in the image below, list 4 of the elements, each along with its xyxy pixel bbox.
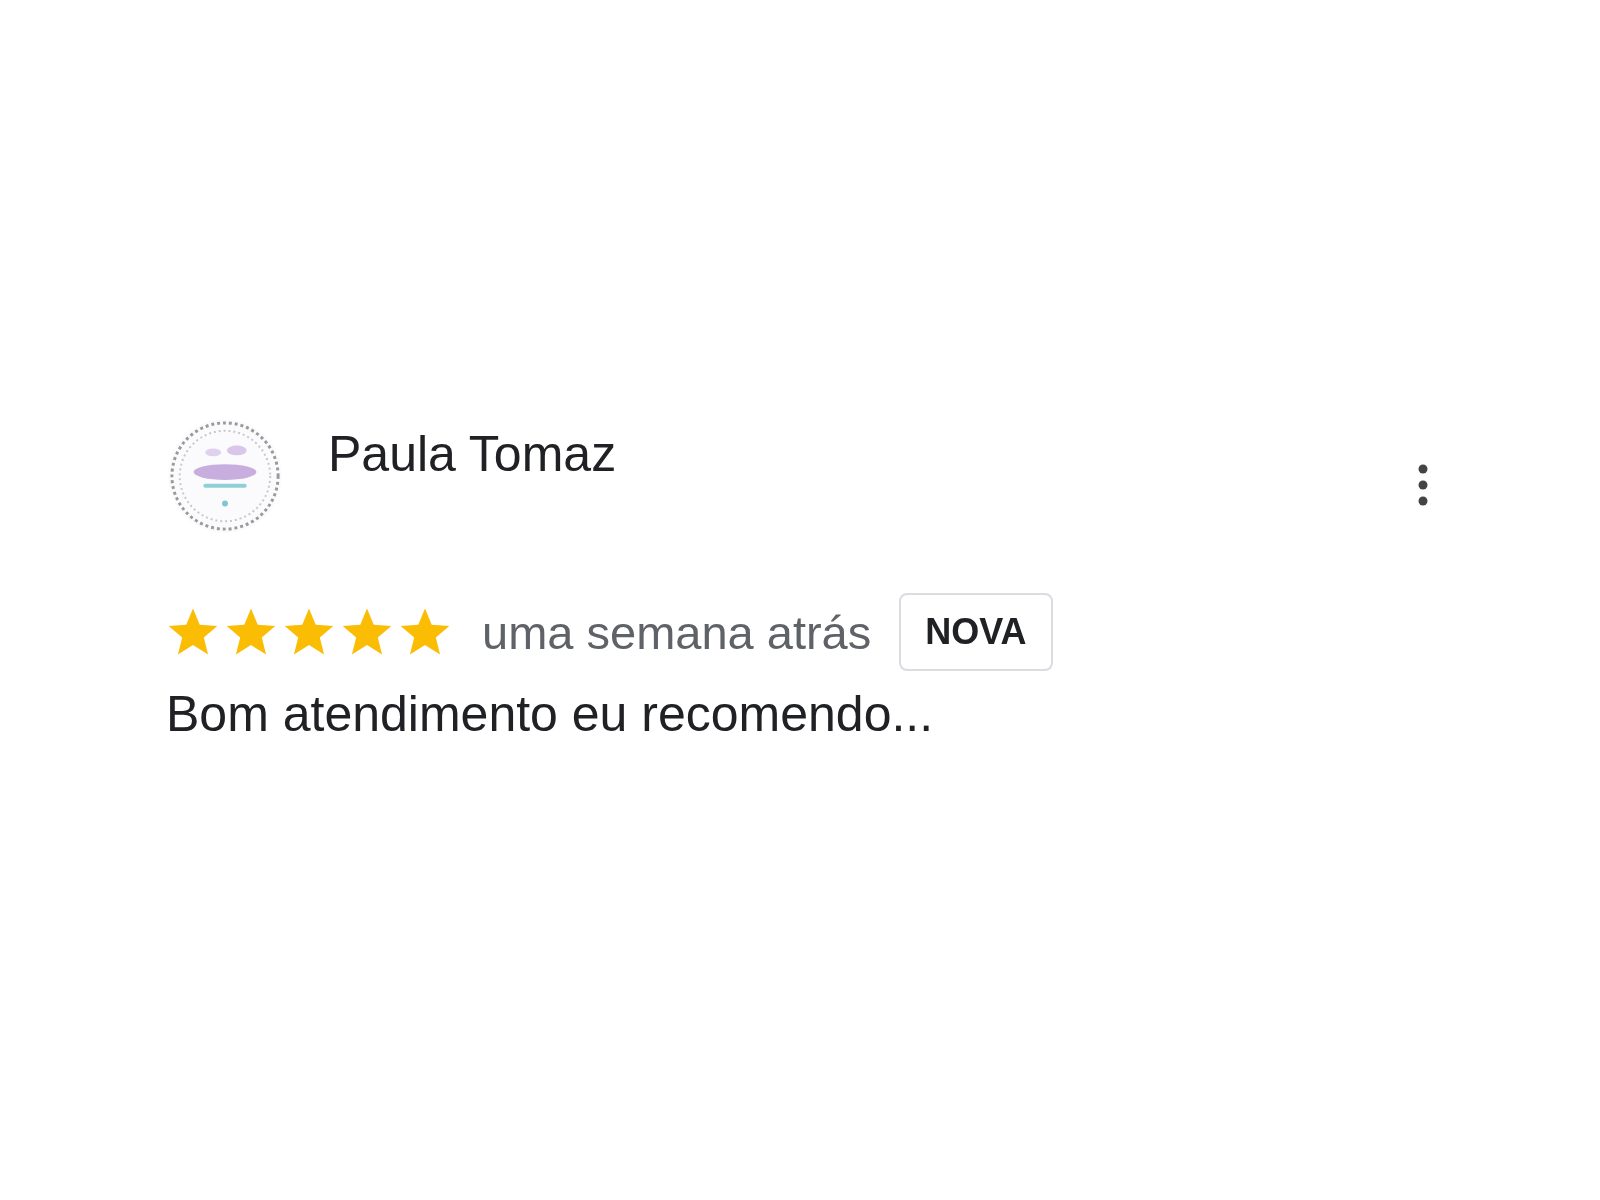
review-text: Bom atendimento eu recomendo... — [166, 685, 935, 743]
reviewer-name: Paula Tomaz — [328, 425, 617, 483]
review-time: uma semana atrás — [482, 604, 872, 660]
new-badge: NOVA — [899, 593, 1053, 671]
